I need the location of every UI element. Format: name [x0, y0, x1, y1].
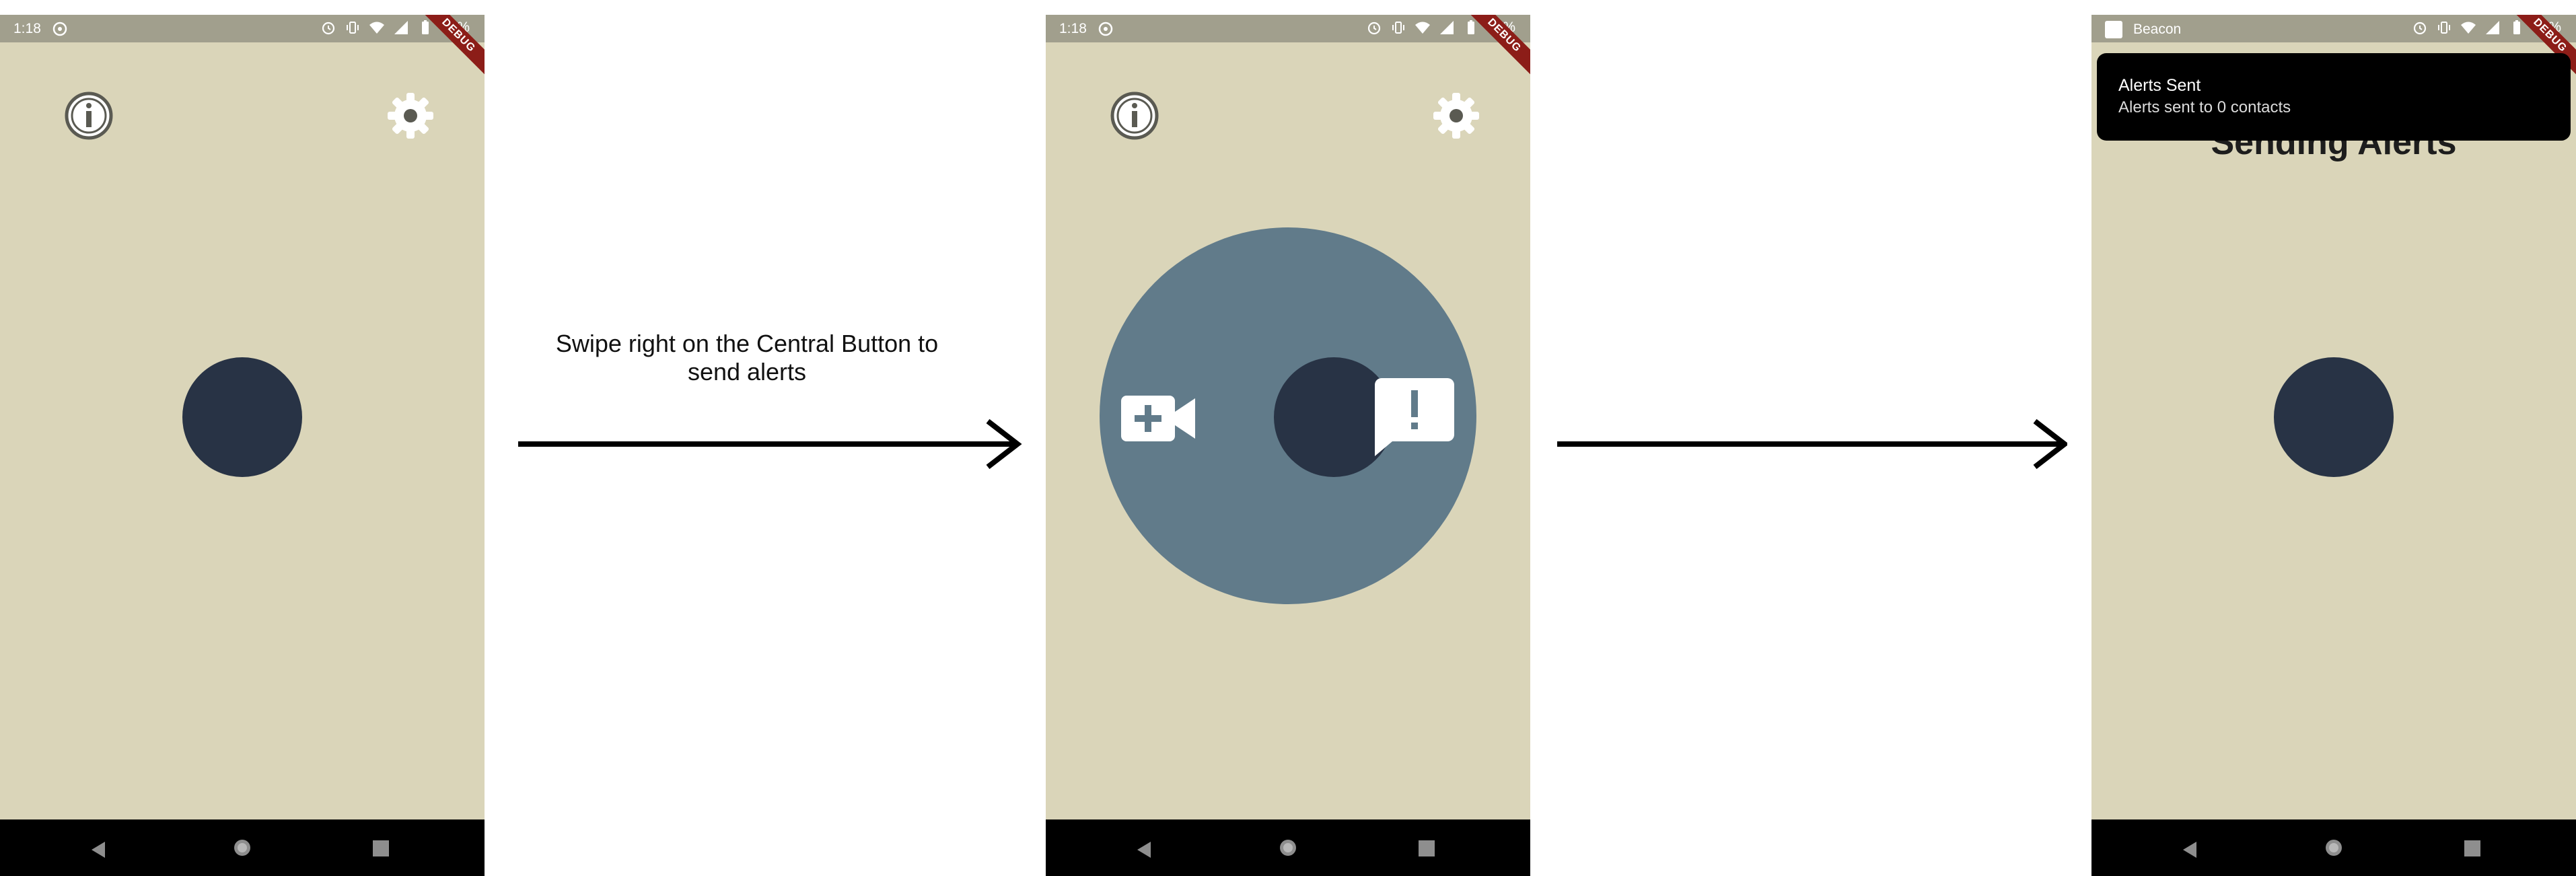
gear-icon[interactable]: [1427, 86, 1486, 145]
arrow-right-icon: [1556, 417, 2067, 471]
battery-icon: [1463, 20, 1479, 36]
status-time: 1:18: [1059, 21, 1087, 36]
arrow-right-icon: [517, 417, 1028, 471]
swipe-instruction: Swipe right on the Central Button to sen…: [555, 330, 939, 386]
notification-title: Alerts Sent: [2118, 76, 2201, 95]
gear-icon[interactable]: [381, 86, 440, 145]
status-app-name: Beacon: [2133, 22, 2182, 37]
central-button[interactable]: [2274, 357, 2394, 477]
central-button[interactable]: [182, 357, 302, 477]
info-icon[interactable]: [59, 86, 118, 145]
vibrate-icon: [345, 20, 361, 36]
home-icon[interactable]: [232, 838, 252, 858]
signal-icon: [393, 20, 409, 36]
recents-icon[interactable]: [2464, 840, 2481, 857]
status-bar: 1:18 97%: [0, 15, 485, 42]
alert-message-icon[interactable]: [1373, 377, 1456, 456]
navigation-bar: [1046, 819, 1530, 876]
alarm-icon: [2412, 20, 2428, 36]
status-bar: 1:18 97%: [1046, 15, 1530, 42]
notification-body: Alerts sent to 0 contacts: [2118, 98, 2291, 116]
recents-icon[interactable]: [372, 840, 390, 857]
wifi-icon: [1415, 20, 1431, 36]
back-icon[interactable]: [2180, 840, 2201, 860]
status-bar: Beacon 99%: [2091, 15, 2576, 42]
sync-icon: [52, 21, 68, 37]
phone-screen-sent: Beacon 99% DEBUG Sending Alerts Alerts S…: [2091, 15, 2576, 876]
signal-icon: [2484, 20, 2501, 36]
recents-icon[interactable]: [1418, 840, 1435, 857]
wifi-icon: [369, 20, 385, 36]
alarm-icon: [1366, 20, 1382, 36]
info-icon[interactable]: [1105, 86, 1164, 145]
sync-icon: [1098, 21, 1114, 37]
app-notification-icon: [2105, 21, 2122, 38]
video-call-icon[interactable]: [1120, 392, 1196, 445]
phone-screen-swiping: 1:18 97% DEBUG: [1046, 15, 1530, 876]
navigation-bar: [2091, 819, 2576, 876]
battery-icon: [417, 20, 433, 36]
wifi-icon: [2460, 20, 2476, 36]
vibrate-icon: [1390, 20, 1406, 36]
phone-screen-home: 1:18 97% DEBUG: [0, 15, 485, 876]
battery-icon: [2509, 20, 2525, 36]
status-time: 1:18: [13, 21, 41, 36]
back-icon[interactable]: [1135, 840, 1155, 860]
home-icon[interactable]: [1278, 838, 1298, 858]
home-icon[interactable]: [2324, 838, 2344, 858]
back-icon[interactable]: [89, 840, 109, 860]
alarm-icon: [320, 20, 336, 36]
signal-icon: [1439, 20, 1455, 36]
vibrate-icon: [2436, 20, 2452, 36]
navigation-bar: [0, 819, 485, 876]
alert-notification[interactable]: Alerts Sent Alerts sent to 0 contacts: [2097, 53, 2571, 141]
